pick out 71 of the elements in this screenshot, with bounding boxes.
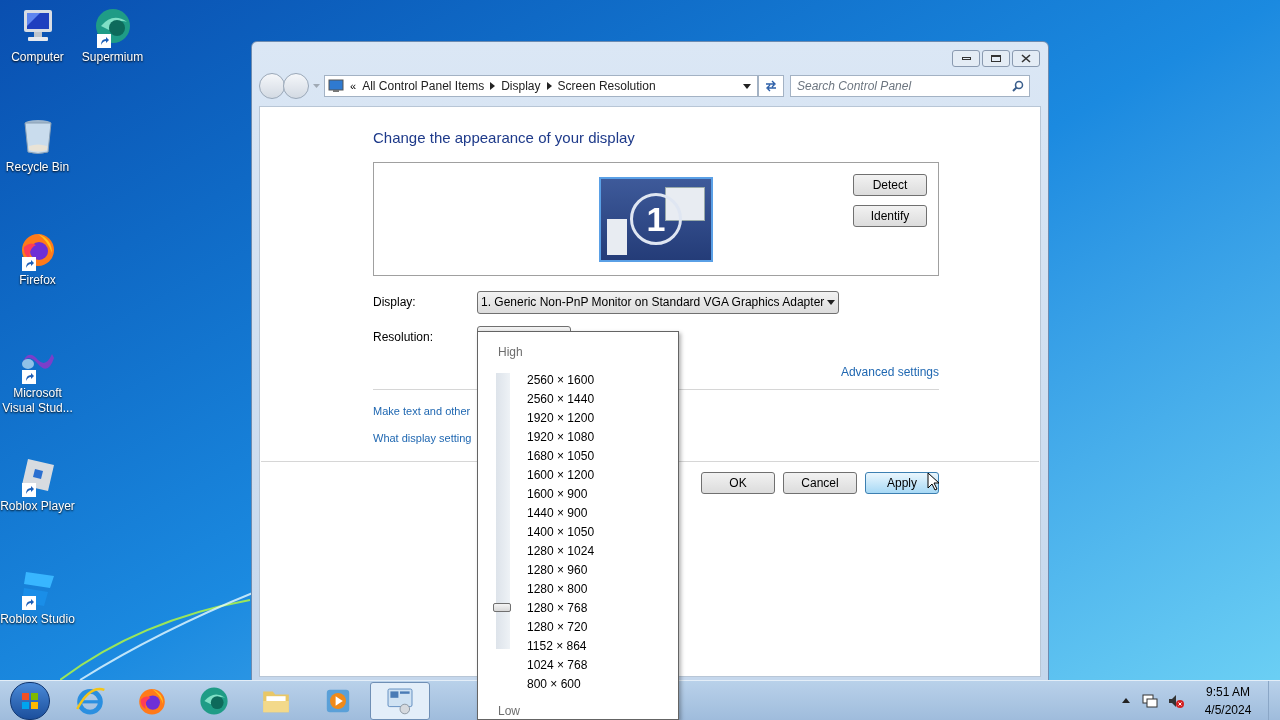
- refresh-icon: [764, 80, 778, 92]
- window-thumbnail-icon: [665, 186, 705, 221]
- slider-thumb[interactable]: [493, 602, 511, 612]
- menu-thumbnail-icon: [607, 218, 627, 255]
- resolution-option[interactable]: 1920 × 1200: [527, 409, 595, 428]
- display-label: Display:: [373, 294, 417, 311]
- breadcrumb-item[interactable]: Screen Resolution: [557, 77, 656, 95]
- monitor-tile[interactable]: 1: [599, 176, 713, 262]
- monitor-icon: [328, 79, 344, 93]
- address-bar[interactable]: « All Control Panel Items Display Screen Resolution: [324, 75, 758, 97]
- resolution-option[interactable]: 1600 × 1200: [527, 466, 595, 485]
- dropdown-arrow-icon: [743, 83, 751, 89]
- resolution-option[interactable]: 1280 × 768: [527, 599, 595, 618]
- display-dropdown[interactable]: 1. Generic Non-PnP Monitor on Standard VGA Graphics Adapter: [477, 290, 839, 314]
- show-hidden-icons-icon: [1122, 698, 1130, 703]
- desktop-icon-label[interactable]: Microsoft Visual Stud...: [0, 386, 75, 416]
- panel-button[interactable]: Identify: [853, 204, 927, 227]
- resolution-slider-track[interactable]: [493, 373, 513, 649]
- panel-button[interactable]: Detect: [853, 173, 927, 196]
- resolution-option[interactable]: 2560 × 1440: [527, 390, 595, 409]
- breadcrumb-item[interactable]: Display: [501, 77, 541, 95]
- desktop-icon-label[interactable]: Roblox Player: [0, 499, 75, 514]
- caret-icon: [313, 83, 320, 89]
- maximize-button[interactable]: [982, 50, 1010, 67]
- resolution-option[interactable]: 1280 × 960: [527, 561, 595, 580]
- help-link[interactable]: What display setting: [373, 430, 472, 447]
- breadcrumb-arrow-icon: [490, 82, 496, 90]
- search-icon: [1012, 80, 1024, 92]
- resolution-option[interactable]: 1152 × 864: [527, 637, 595, 656]
- low-label: Low: [498, 703, 521, 720]
- resolution-option[interactable]: 1600 × 900: [527, 485, 595, 504]
- dialog-button[interactable]: OK: [701, 471, 775, 494]
- network-icon: [1142, 692, 1158, 709]
- dropdown-arrow-icon: [827, 299, 835, 305]
- resolution-option[interactable]: 1280 × 1024: [527, 542, 595, 561]
- resolution-option[interactable]: 1280 × 720: [527, 618, 595, 637]
- minimize-button[interactable]: [952, 50, 980, 67]
- close-button[interactable]: [1012, 50, 1040, 67]
- resolution-label: Resolution:: [373, 329, 435, 346]
- help-link[interactable]: Make text and other: [373, 402, 471, 419]
- monitor-number: 1: [630, 193, 682, 245]
- resolution-option[interactable]: 1680 × 1050: [527, 447, 595, 466]
- taskbar-button[interactable]: [370, 681, 430, 720]
- chevrons-icon[interactable]: «: [350, 77, 357, 95]
- mouse-cursor-icon: [927, 472, 939, 491]
- resolution-option[interactable]: 1280 × 800: [527, 580, 595, 599]
- desktop-icon-label[interactable]: Computer: [0, 50, 75, 65]
- resolution-option[interactable]: 800 × 600: [527, 675, 595, 694]
- resolution-option[interactable]: 1920 × 1080: [527, 428, 595, 447]
- desktop-icon-label[interactable]: Recycle Bin: [0, 160, 75, 175]
- resolution-option[interactable]: 1440 × 900: [527, 504, 595, 523]
- page-heading: Change the appearance of your display: [373, 128, 636, 148]
- dialog-button[interactable]: Cancel: [783, 471, 857, 494]
- windows-logo-icon: [21, 691, 39, 710]
- clock-time[interactable]: 9:51 AM: [1206, 682, 1250, 701]
- resolution-option[interactable]: 2560 × 1600: [527, 371, 595, 390]
- desktop-icon-label[interactable]: Firefox: [0, 273, 75, 288]
- refresh-button[interactable]: [758, 75, 784, 97]
- clock-date[interactable]: 4/5/2024: [1204, 700, 1252, 719]
- resolution-option[interactable]: 1400 × 1050: [527, 523, 595, 542]
- desktop-icon-label[interactable]: Supermium: [75, 50, 150, 65]
- high-label: High: [498, 344, 524, 361]
- breadcrumb-item[interactable]: All Control Panel Items: [362, 77, 485, 95]
- advanced-settings-link[interactable]: Advanced settings: [840, 362, 939, 381]
- globe-icon: [198, 684, 230, 717]
- desktop-icon-label[interactable]: Roblox Studio: [0, 612, 75, 627]
- resolution-option[interactable]: 1024 × 768: [527, 656, 595, 675]
- close-icon: [1021, 54, 1031, 63]
- breadcrumb-arrow-icon: [546, 82, 552, 90]
- start-button[interactable]: [10, 681, 50, 720]
- search-field[interactable]: Search Control Panel: [790, 75, 1030, 97]
